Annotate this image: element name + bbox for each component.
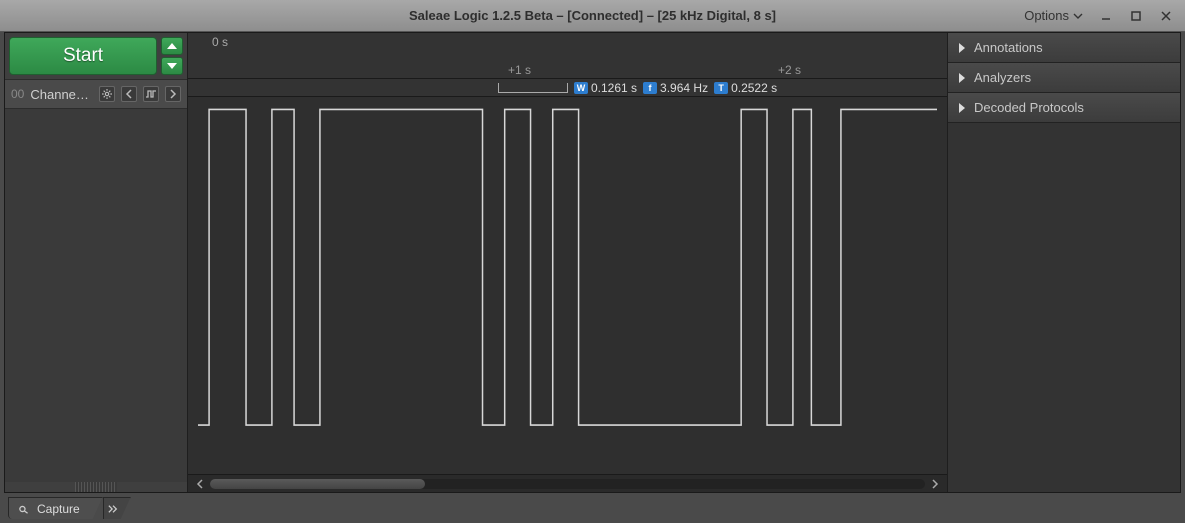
start-up-button[interactable] [161,37,183,55]
width-value: 0.1261 s [591,81,637,95]
ruler-major-2: +2 s [778,63,801,79]
start-row: Start [5,33,187,79]
left-empty [5,109,187,482]
measure-width: W 0.1261 s [574,81,637,95]
close-button[interactable] [1153,7,1179,25]
start-adjust [161,37,183,75]
frequency-badge-icon: f [643,82,657,94]
time-ruler[interactable]: 0 s +1 s +2 s [188,33,947,79]
measurement-bar: W 0.1261 s f 3.964 Hz T 0.2522 s [188,79,947,97]
trigger-left-icon [124,89,134,99]
scroll-track[interactable] [210,479,925,489]
measure-period: T 0.2522 s [714,81,777,95]
panel-analyzers-label: Analyzers [974,70,1031,85]
measure-frequency: f 3.964 Hz [643,81,708,95]
waveform-panel: 0 s +1 s +2 s W 0.1261 s f 3.964 Hz T 0.… [188,33,948,492]
minimize-button[interactable] [1093,7,1119,25]
horizontal-scrollbar[interactable] [188,474,947,492]
channel-trigger-right-button[interactable] [165,86,181,102]
panel-analyzers[interactable]: Analyzers [948,63,1180,93]
measure-bracket-icon [498,83,568,93]
pulse-icon [145,89,157,99]
chevron-down-icon [1073,13,1083,19]
right-empty [948,123,1180,492]
channel-name: Channe… [30,87,93,102]
channel-trigger-pulse-button[interactable] [143,86,159,102]
width-badge-icon: W [574,82,588,94]
window-title: Saleae Logic 1.2.5 Beta – [Connected] – … [409,8,776,23]
tab-capture-label: Capture [37,502,80,516]
right-panel: Annotations Analyzers Decoded Protocols [948,33,1180,492]
channel-trigger-left-button[interactable] [121,86,137,102]
scroll-right-button[interactable] [929,478,941,490]
period-value: 0.2522 s [731,81,777,95]
start-button[interactable]: Start [9,37,157,75]
waveform-svg [198,103,937,468]
scroll-left-button[interactable] [194,478,206,490]
channel-index: 00 [11,87,24,101]
panel-annotations[interactable]: Annotations [948,33,1180,63]
chevron-right-icon [958,73,966,83]
main-body: Start 00 Channe… 0 [4,32,1181,493]
ruler-major-1: +1 s [508,63,531,79]
left-panel: Start 00 Channe… [5,33,188,492]
channel-settings-button[interactable] [99,86,115,102]
resize-grip[interactable] [75,482,117,492]
bottom-tab-bar: Capture [8,497,131,519]
trigger-right-icon [168,89,178,99]
ruler-origin: 0 s [212,35,228,49]
options-menu[interactable]: Options [1018,6,1089,25]
chevron-right-icon [958,43,966,53]
channel-row[interactable]: 00 Channe… [5,79,187,109]
panel-annotations-label: Annotations [974,40,1043,55]
waveform-canvas[interactable] [188,97,947,474]
tab-capture[interactable]: Capture [8,497,103,519]
frequency-value: 3.964 Hz [660,81,708,95]
panel-decoded-label: Decoded Protocols [974,100,1084,115]
start-down-button[interactable] [161,57,183,75]
chevron-right-icon [958,103,966,113]
options-label: Options [1024,8,1069,23]
panel-decoded-protocols[interactable]: Decoded Protocols [948,93,1180,123]
tab-add-button[interactable] [103,497,131,519]
double-chevron-icon [108,504,118,514]
scroll-thumb[interactable] [210,479,425,489]
period-badge-icon: T [714,82,728,94]
title-bar: Saleae Logic 1.2.5 Beta – [Connected] – … [0,0,1185,32]
gear-icon [102,89,112,99]
capture-icon [19,503,31,515]
maximize-button[interactable] [1123,7,1149,25]
